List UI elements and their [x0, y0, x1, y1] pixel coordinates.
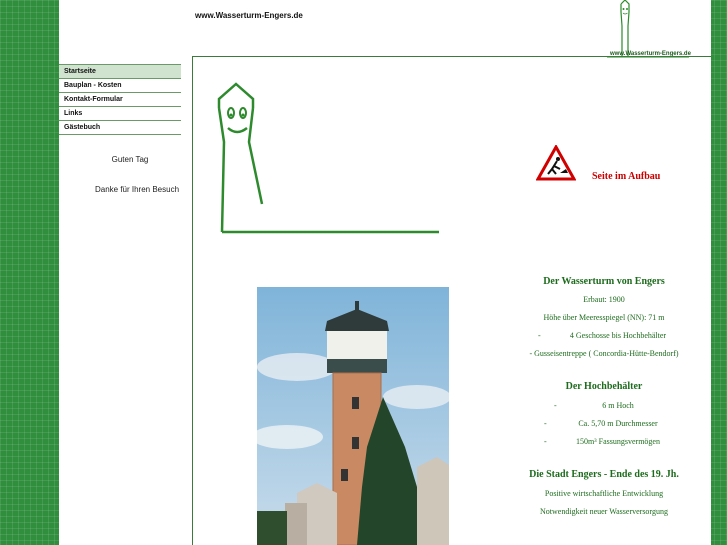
tank-capacity-line: - 150m³ Fassungsvermögen [514, 437, 694, 446]
tower-info-panel: Der Wasserturm von Engers Erbaut: 1900 H… [514, 276, 694, 516]
nav-item-kontakt[interactable]: Kontakt-Formular [59, 93, 181, 107]
tank-title: Der Hochbehälter [565, 381, 643, 392]
built-year: Erbaut: 1900 [583, 295, 625, 304]
bullet: - [538, 331, 541, 340]
nav-item-bauplan[interactable]: Bauplan - Kosten [59, 79, 181, 93]
bullet: - [544, 437, 547, 446]
city-growth: Positive wirtschaftliche Entwicklung [544, 489, 664, 498]
page-container: www.Wasserturm-Engers.de www.Wasserturm-… [59, 0, 711, 545]
greeting-text: Guten Tag [111, 155, 149, 164]
bullet: - [544, 419, 547, 428]
nav-item-links[interactable]: Links [59, 107, 181, 121]
tank-capacity: 150m³ Fassungsvermögen [576, 437, 660, 446]
city-title: Die Stadt Engers - Ende des 19. Jh. [529, 469, 679, 480]
city-need: Notwendigkeit neuer Wasserversorgung [540, 507, 668, 516]
floors: 4 Geschosse bis Hochbehälter [569, 331, 667, 340]
construction-sign-icon [536, 145, 576, 181]
tank-height: 6 m Hoch [602, 401, 634, 410]
header-divider [192, 56, 711, 57]
altitude: Höhe über Meeresspiegel (NN): 71 m [543, 313, 665, 322]
tank-height-line: - 6 m Hoch [514, 401, 694, 410]
site-url: www.Wasserturm-Engers.de [195, 11, 303, 20]
thanks-text: Danke für Ihren Besuch [94, 185, 180, 194]
nav-item-gaestebuch[interactable]: Gästebuch [59, 121, 181, 135]
tank-diameter: Ca. 5,70 m Durchmesser [578, 419, 658, 428]
stairs: - Gusseisentreppe ( Concordia-Hütte-Bend… [529, 349, 679, 358]
tower-logo-icon[interactable]: www.Wasserturm-Engers.de [607, 0, 707, 60]
tower-title: Der Wasserturm von Engers [543, 276, 665, 287]
tower-mascot-icon [217, 82, 439, 234]
main-navigation: Startseite Bauplan - Kosten Kontakt-Form… [59, 64, 181, 135]
under-construction-notice: Seite im Aufbau [592, 171, 661, 182]
bullet: - [554, 401, 557, 410]
nav-item-startseite[interactable]: Startseite [59, 64, 181, 79]
floors-line: - 4 Geschosse bis Hochbehälter [514, 331, 694, 340]
water-tower-photo [257, 287, 449, 545]
tank-diameter-line: - Ca. 5,70 m Durchmesser [514, 419, 694, 428]
content-divider [192, 56, 193, 545]
